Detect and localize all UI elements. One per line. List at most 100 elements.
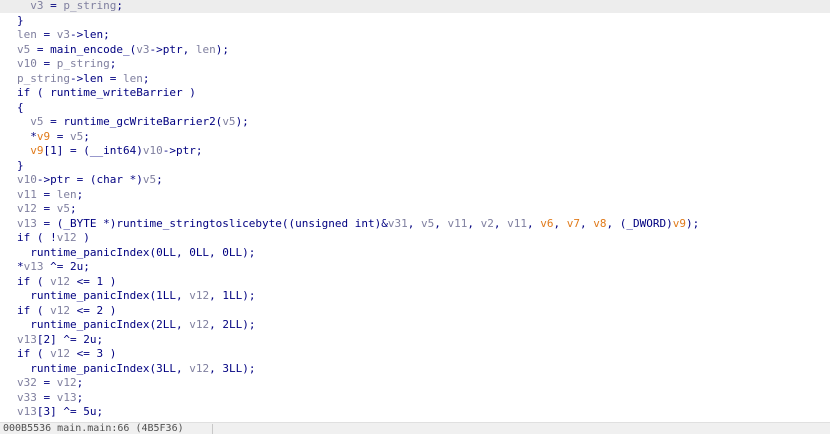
code-argument[interactable]: v7 [567,217,580,230]
code-text: ->len; [70,28,110,41]
code-variable[interactable]: v13 [17,405,37,418]
code-variable[interactable]: v3 [136,43,149,56]
code-argument[interactable]: v9 [673,217,686,230]
code-text: ; [76,390,84,404]
code-line[interactable]: runtime_panicIndex(2LL, v12, 2LL); [17,318,255,332]
code-line[interactable]: if ( v12 <= 3 ) [17,347,116,361]
status-separator [212,424,213,434]
code-variable[interactable]: v5 [421,217,434,230]
code-argument[interactable]: v6 [540,217,553,230]
code-text: <= 1 ) [70,274,117,288]
code-variable[interactable]: v12 [50,347,70,360]
code-keyword: if [17,86,31,99]
code-line[interactable]: if ( !v12 ) [17,231,90,245]
code-variable[interactable]: v12 [50,275,70,288]
code-argument[interactable]: v9 [30,144,43,157]
code-line[interactable]: v9[1] = (__int64)v10->ptr; [17,144,202,158]
code-line[interactable]: runtime_panicIndex(1LL, v12, 1LL); [17,289,255,303]
code-variable[interactable]: v13 [17,217,37,230]
code-line[interactable]: p_string->len = len; [17,72,149,86]
status-bar: 000B5536 main.main:66 (4B5F36) [0,422,830,434]
code-variable[interactable]: v12 [57,376,77,389]
code-text: , [493,216,508,230]
code-text: ^= 2u; [43,260,90,273]
code-line[interactable]: v13[3] ^= 5u; [17,405,103,419]
code-line[interactable]: *v13 ^= 2u; [17,260,90,274]
code-line[interactable]: v33 = v13; [17,391,83,405]
code-variable[interactable]: v12 [189,318,209,331]
code-line[interactable]: v13[2] ^= 2u; [17,333,103,347]
code-text: ->ptr = (char *) [36,173,143,186]
code-variable[interactable]: v13 [24,260,44,273]
code-text: ->len = [69,71,123,85]
code-line[interactable]: { [17,101,24,115]
code-line[interactable]: v12 = v5; [17,202,77,216]
code-variable[interactable]: v5 [57,202,70,215]
code-line[interactable]: v32 = v12; [17,376,83,390]
code-variable[interactable]: v32 [17,376,37,389]
code-variable[interactable]: v12 [50,304,70,317]
code-text: , 1LL); [209,289,256,302]
pseudocode-view[interactable]: v3 = p_string;} len = v3->len; v5 = main_e… [0,0,830,422]
code-line[interactable]: v10 = p_string; [17,57,116,71]
code-variable[interactable]: len [123,72,143,85]
code-variable[interactable]: v5 [70,130,83,143]
code-variable[interactable]: v10 [17,57,37,70]
code-line[interactable]: v3 = p_string; [0,0,830,13]
code-variable[interactable]: v3 [30,0,43,12]
code-line[interactable]: v11 = len; [17,188,83,202]
code-text: ; [83,129,90,143]
code-line[interactable]: if ( runtime_writeBarrier ) [17,86,196,100]
code-variable[interactable]: v5 [30,115,43,128]
code-variable[interactable]: v31 [388,217,408,230]
code-variable[interactable]: v5 [143,173,156,186]
code-variable[interactable]: v5 [222,115,235,128]
code-line[interactable]: v10->ptr = (char *)v5; [17,173,163,187]
code-argument[interactable]: v8 [593,217,606,230]
code-line[interactable]: if ( v12 <= 2 ) [17,304,116,318]
code-variable[interactable]: len [17,28,37,41]
code-variable[interactable]: v12 [189,289,209,302]
code-variable[interactable]: len [196,43,216,56]
code-text: ); [685,216,700,230]
code-variable[interactable]: p_string [63,0,116,12]
code-text: * [30,129,37,143]
code-line[interactable]: *v9 = v5; [17,130,90,144]
code-keyword: if [17,347,31,360]
code-line[interactable]: v5 = runtime_gcWriteBarrier2(v5); [17,115,249,129]
code-variable[interactable]: p_string [17,72,70,85]
code-variable[interactable]: len [57,188,77,201]
code-line[interactable]: } [17,14,24,28]
code-variable[interactable]: v5 [17,43,30,56]
code-variable[interactable]: v13 [57,391,77,404]
code-variable[interactable]: p_string [57,57,110,70]
code-line[interactable]: len = v3->len; [17,28,110,42]
code-variable[interactable]: v2 [481,217,494,230]
code-argument[interactable]: v9 [37,130,50,143]
code-variable[interactable]: v10 [17,173,37,186]
code-variable[interactable]: v12 [189,362,209,375]
code-text: , [553,216,567,230]
code-variable[interactable]: v33 [17,391,37,404]
code-variable[interactable]: v13 [17,333,37,346]
code-text: = [36,376,57,389]
code-line[interactable]: v13 = (_BYTE *)runtime_stringtoslicebyte… [17,217,699,231]
code-line[interactable]: v5 = main_encode_(v3->ptr, len); [17,43,229,57]
code-variable[interactable]: v3 [57,28,70,41]
code-line[interactable]: if ( v12 <= 1 ) [17,275,116,289]
code-line[interactable]: } [17,159,24,173]
code-variable[interactable]: v11 [448,217,468,230]
code-text: = [43,0,64,12]
code-text: <= 2 ) [70,303,117,317]
code-text: ( ! [30,231,57,244]
code-variable[interactable]: v11 [17,188,37,201]
code-text: } [17,13,24,27]
code-variable[interactable]: v11 [507,217,527,230]
code-line[interactable]: runtime_panicIndex(0LL, 0LL, 0LL); [17,246,255,260]
code-line[interactable]: runtime_panicIndex(3LL, v12, 3LL); [17,362,255,376]
code-variable[interactable]: v12 [17,202,37,215]
code-variable[interactable]: v12 [57,231,77,244]
code-variable[interactable]: v10 [143,144,163,157]
